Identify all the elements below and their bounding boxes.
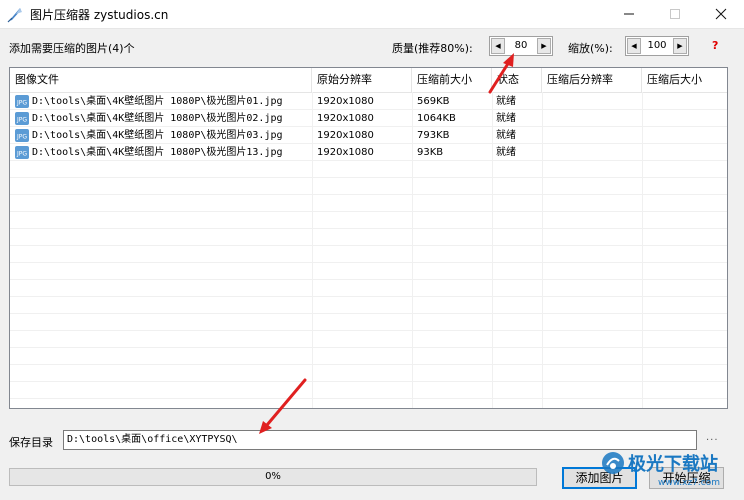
cell-file-path: D:\tools\桌面\4K壁纸图片 1080P\极光图片01.jpg xyxy=(32,96,283,107)
maximize-icon xyxy=(670,9,680,19)
scale-label: 缩放(%): xyxy=(568,42,613,55)
help-button[interactable]: ? xyxy=(712,39,718,52)
grid-line xyxy=(10,398,727,399)
cell-status: 就绪 xyxy=(496,147,516,158)
close-button[interactable] xyxy=(698,0,744,28)
file-list[interactable]: 图像文件 原始分辨率 压缩前大小 状态 压缩后分辨率 压缩后大小 JPG D:\… xyxy=(9,67,728,409)
column-header-original-resolution[interactable]: 原始分辨率 xyxy=(312,68,412,92)
cell-compressed-size xyxy=(647,127,727,144)
cell-original-size: 93KB xyxy=(417,147,444,158)
quality-label: 质量(推荐80%): xyxy=(392,42,473,55)
grid-line xyxy=(10,194,727,195)
quality-value[interactable]: 80 xyxy=(506,40,536,51)
scale-decrement-button[interactable]: ◀ xyxy=(627,38,641,54)
cell-original-size: 1064KB xyxy=(417,113,456,124)
scale-increment-button[interactable]: ▶ xyxy=(673,38,687,54)
watermark-logo-icon xyxy=(602,452,624,474)
cell-original-resolution: 1920x1080 xyxy=(317,96,374,107)
grid-line xyxy=(10,313,727,314)
title-bar: 图片压缩器 zystudios.cn xyxy=(0,0,744,29)
close-icon xyxy=(715,8,727,20)
grid-line xyxy=(10,228,727,229)
file-list-header: 图像文件 原始分辨率 压缩前大小 状态 压缩后分辨率 压缩后大小 xyxy=(10,68,727,93)
quality-spinner[interactable]: ◀ 80 ▶ xyxy=(489,36,553,56)
cell-status: 就绪 xyxy=(496,113,516,124)
grid-line xyxy=(10,347,727,348)
cell-compressed-resolution xyxy=(547,144,642,161)
minimize-button[interactable] xyxy=(606,0,652,28)
column-header-original-size[interactable]: 压缩前大小 xyxy=(412,68,492,92)
grid-line xyxy=(10,177,727,178)
cell-file-path: D:\tools\桌面\4K壁纸图片 1080P\极光图片03.jpg xyxy=(32,130,283,141)
minimize-icon xyxy=(624,13,634,15)
cell-compressed-size xyxy=(647,93,727,110)
cell-compressed-resolution xyxy=(547,127,642,144)
watermark-url: www.xz7.com xyxy=(658,478,720,488)
grid-line xyxy=(10,211,727,212)
grid-line xyxy=(10,262,727,263)
file-count-label: 添加需要压缩的图片(4)个 xyxy=(9,42,135,55)
table-row[interactable]: JPG D:\tools\桌面\4K壁纸图片 1080P\极光图片13.jpg … xyxy=(10,144,727,161)
grid-line xyxy=(10,279,727,280)
cell-status: 就绪 xyxy=(496,130,516,141)
cell-compressed-resolution xyxy=(547,93,642,110)
cell-compressed-size xyxy=(647,110,727,127)
svg-text:JPG: JPG xyxy=(16,100,27,107)
jpg-file-icon: JPG xyxy=(15,146,29,159)
scale-spinner[interactable]: ◀ 100 ▶ xyxy=(625,36,689,56)
cell-original-resolution: 1920x1080 xyxy=(317,130,374,141)
cell-file-path: D:\tools\桌面\4K壁纸图片 1080P\极光图片02.jpg xyxy=(32,113,283,124)
cell-file-path: D:\tools\桌面\4K壁纸图片 1080P\极光图片13.jpg xyxy=(32,147,283,158)
watermark: 极光下载站 www.xz7.com xyxy=(596,446,744,500)
cell-compressed-resolution xyxy=(547,110,642,127)
scale-value[interactable]: 100 xyxy=(642,40,672,51)
svg-text:JPG: JPG xyxy=(16,117,27,124)
quality-decrement-button[interactable]: ◀ xyxy=(491,38,505,54)
cell-original-size: 569KB xyxy=(417,96,450,107)
cell-compressed-size xyxy=(647,144,727,161)
cell-original-size: 793KB xyxy=(417,130,450,141)
grid-line xyxy=(10,330,727,331)
grid-line xyxy=(10,381,727,382)
svg-text:JPG: JPG xyxy=(16,151,27,158)
table-row[interactable]: JPG D:\tools\桌面\4K壁纸图片 1080P\极光图片01.jpg … xyxy=(10,93,727,110)
cell-status: 就绪 xyxy=(496,96,516,107)
quality-increment-button[interactable]: ▶ xyxy=(537,38,551,54)
grid-line xyxy=(10,364,727,365)
watermark-text: 极光下载站 xyxy=(628,454,718,475)
jpg-file-icon: JPG xyxy=(15,95,29,108)
table-row[interactable]: JPG D:\tools\桌面\4K壁纸图片 1080P\极光图片02.jpg … xyxy=(10,110,727,127)
maximize-button[interactable] xyxy=(652,0,698,28)
grid-line xyxy=(10,245,727,246)
svg-text:JPG: JPG xyxy=(16,134,27,141)
progress-text: 0% xyxy=(265,471,281,482)
column-header-file[interactable]: 图像文件 xyxy=(10,68,312,92)
column-header-compressed-size[interactable]: 压缩后大小 xyxy=(642,68,727,92)
app-feather-icon xyxy=(7,8,22,23)
column-header-compressed-resolution[interactable]: 压缩后分辨率 xyxy=(542,68,642,92)
column-header-status[interactable]: 状态 xyxy=(492,68,542,92)
table-row[interactable]: JPG D:\tools\桌面\4K壁纸图片 1080P\极光图片03.jpg … xyxy=(10,127,727,144)
cell-original-resolution: 1920x1080 xyxy=(317,113,374,124)
progress-bar: 0% xyxy=(9,468,537,486)
browse-button[interactable]: ... xyxy=(706,432,719,443)
cell-original-resolution: 1920x1080 xyxy=(317,147,374,158)
jpg-file-icon: JPG xyxy=(15,129,29,142)
grid-line xyxy=(10,296,727,297)
window-title: 图片压缩器 zystudios.cn xyxy=(30,8,169,22)
save-directory-label: 保存目录 xyxy=(9,436,53,449)
jpg-file-icon: JPG xyxy=(15,112,29,125)
